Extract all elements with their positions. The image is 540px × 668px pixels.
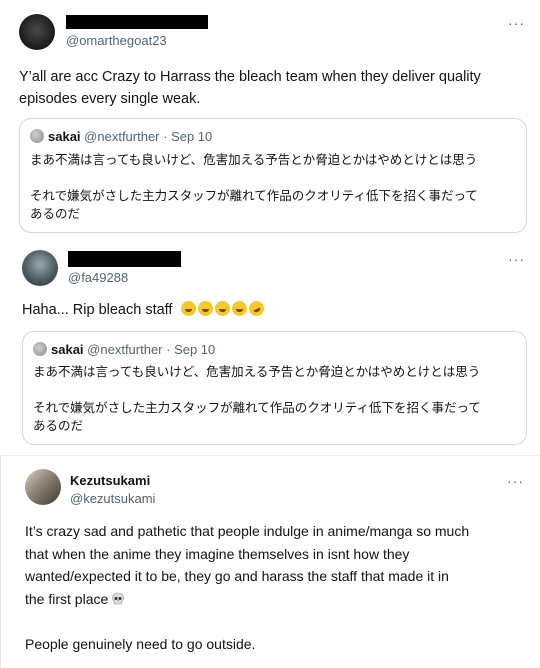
more-options-icon[interactable]: ··· bbox=[508, 15, 525, 31]
tweet-text-line: It’s crazy sad and pathetic that people … bbox=[25, 523, 470, 539]
quoted-text-line: まあ不満は言っても良いけど、危害加える予告とか脅迫とかはやめとけとは思う bbox=[30, 152, 478, 167]
user-handle[interactable]: @kezutsukami bbox=[70, 491, 155, 506]
avatar[interactable] bbox=[19, 14, 55, 50]
user-handle[interactable]: @fa49288 bbox=[68, 270, 128, 285]
tweet-text: Haha... Rip bleach staff bbox=[22, 298, 266, 321]
quoted-handle-date: @nextfurther · Sep 10 bbox=[87, 342, 216, 357]
tweet-1: @omarthegoat23 ··· Y’all are acc Crazy t… bbox=[0, 0, 540, 240]
tweet-text-content: the first place bbox=[25, 590, 109, 607]
redacted-display-name bbox=[66, 15, 208, 29]
tweet-3: Kezutsukami @kezutsukami ··· It’s crazy … bbox=[0, 455, 540, 668]
avatar[interactable] bbox=[22, 250, 58, 286]
quoted-text-line: まあ不満は言っても良いけど、危害加える予告とか脅迫とかはやめとけとは思う bbox=[33, 364, 481, 379]
quoted-author-name: sakai bbox=[48, 129, 81, 144]
quoted-text-line: それで嫌気がさした主力スタッフが離れて作品のクオリティ低下を招く事だって bbox=[30, 188, 478, 203]
tweet-text: Y’all are acc Crazy to Harrass the bleac… bbox=[19, 66, 529, 110]
rofl-emoji-icon bbox=[246, 298, 266, 319]
tweet-text-line: wanted/expected it to be, they go and ha… bbox=[25, 568, 449, 584]
quoted-avatar bbox=[30, 129, 44, 143]
quoted-tweet[interactable]: sakai @nextfurther · Sep 10 まあ不満は言っても良いけ… bbox=[22, 331, 527, 445]
tweet-text-line: the first place bbox=[25, 588, 525, 611]
more-options-icon[interactable]: ··· bbox=[508, 251, 525, 267]
quoted-author-name: sakai bbox=[51, 342, 84, 357]
tweet-text-content: Haha... Rip bleach staff bbox=[22, 302, 173, 318]
user-handle[interactable]: @omarthegoat23 bbox=[66, 33, 167, 48]
tweet-text-line: Y’all are acc Crazy to Harrass the bleac… bbox=[19, 69, 481, 85]
joy-emoji-icon bbox=[197, 301, 213, 316]
more-options-icon[interactable]: ··· bbox=[507, 473, 524, 489]
joy-emoji-icon bbox=[214, 301, 230, 316]
quoted-tweet-header: sakai @nextfurther · Sep 10 bbox=[30, 129, 212, 144]
avatar[interactable] bbox=[25, 469, 61, 505]
quoted-text-line: それで嫌気がさした主力スタッフが離れて作品のクオリティ低下を招く事だって bbox=[33, 400, 481, 415]
quoted-text-line: あるのだ bbox=[30, 206, 81, 221]
quoted-tweet[interactable]: sakai @nextfurther · Sep 10 まあ不満は言っても良いけ… bbox=[19, 118, 527, 233]
redacted-display-name bbox=[68, 251, 181, 267]
display-name[interactable]: Kezutsukami bbox=[70, 473, 150, 488]
quoted-text-line: あるのだ bbox=[33, 418, 84, 433]
tweet-text-line: episodes every single weak. bbox=[19, 91, 201, 107]
quoted-handle-date: @nextfurther · Sep 10 bbox=[84, 129, 213, 144]
skull-emoji-icon bbox=[112, 592, 125, 604]
tweet-text-line: People genuinely need to go outside. bbox=[25, 635, 256, 652]
tweet-2: @fa49288 ··· Haha... Rip bleach staff sa… bbox=[0, 240, 540, 455]
joy-emoji-icon bbox=[180, 301, 196, 316]
joy-emoji-icon bbox=[231, 301, 247, 316]
tweet-text-line: that when the anime they imagine themsel… bbox=[25, 545, 410, 562]
quoted-avatar bbox=[33, 342, 47, 356]
tweet-text: It’s crazy sad and pathetic that people … bbox=[25, 520, 525, 655]
quoted-tweet-header: sakai @nextfurther · Sep 10 bbox=[33, 342, 215, 357]
